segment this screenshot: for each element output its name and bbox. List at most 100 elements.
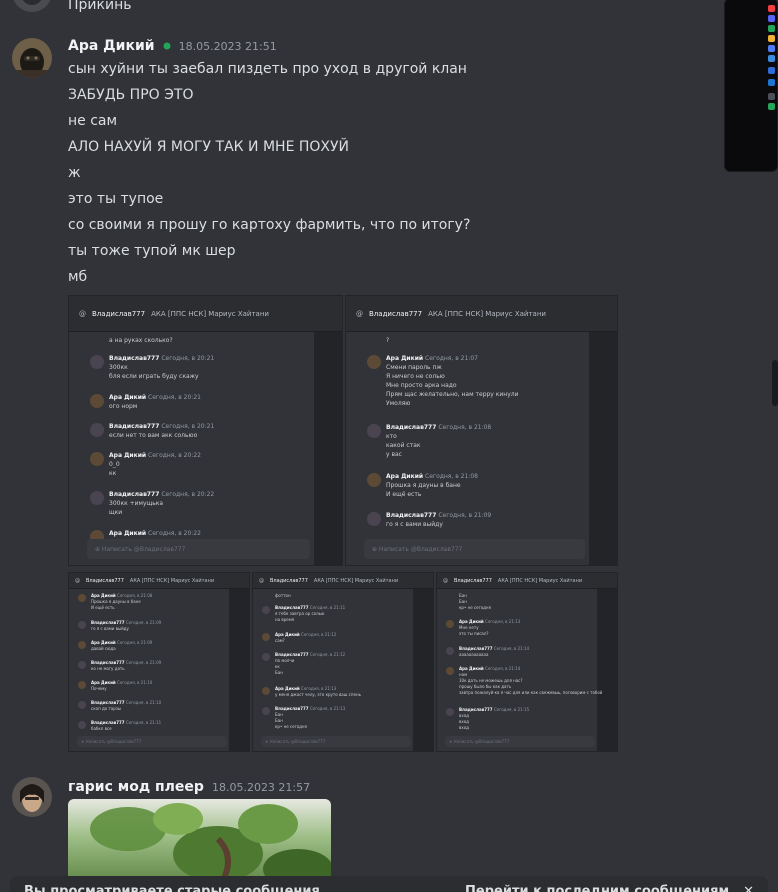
author-name[interactable]: гарис мод плеер [68, 779, 204, 795]
message-text: Прям щас желательно, нам терру кинули [386, 391, 519, 398]
old-messages-bar[interactable]: Вы просматриваете старые сообщения Перей… [10, 876, 768, 892]
avatar[interactable] [12, 0, 52, 12]
author-name[interactable]: Ара Дикий [68, 38, 155, 54]
input-placeholder: ⊕ Написать @Владислав777 [449, 739, 510, 744]
author-name: Ара Дикий [109, 394, 147, 401]
message-text: ЗАБУДЬ ПРО ЭТО [68, 87, 194, 103]
message-text: со своими я прошу го картоху фармить, чт… [68, 217, 471, 233]
message-timestamp: Сегодня, в 21:09 [125, 620, 162, 625]
message-text: сам? [275, 638, 285, 643]
message-timestamp: Сегодня, в 21:08 [438, 424, 492, 431]
message-timestamp: Сегодня, в 20:22 [148, 530, 201, 537]
author-name: Владислав777 [109, 491, 160, 498]
message-timestamp: 18.05.2023 21:57 [211, 781, 311, 794]
channel-name: Владислав777 [92, 309, 146, 318]
message-text: щки [109, 509, 123, 516]
member-panel [413, 589, 433, 751]
avatar [90, 355, 104, 369]
online-status-icon [163, 42, 171, 50]
badge-icon [768, 5, 775, 12]
channel-header: @ Владислав777 АКА [ППС НСК] Мариус Хайтан… [253, 573, 433, 589]
message-text: если нет то вам акк сольюо [109, 432, 198, 439]
input-placeholder: ⊕ Написать @Владислав777 [372, 545, 463, 553]
author-name: Владислав777 [275, 605, 309, 610]
message-timestamp: Сегодня, в 20:21 [161, 355, 215, 362]
avatar [90, 423, 104, 437]
author-name: Владислав777 [109, 423, 160, 430]
avatar [446, 667, 454, 675]
message-entry: Владислав777 Сегодня, в 21:08 кто какой ст… [386, 423, 491, 459]
avatar [78, 701, 86, 709]
message-text: вход [459, 725, 469, 730]
message-text: Почему [91, 686, 107, 691]
author-name: Владислав777 [459, 707, 493, 712]
avatar[interactable] [12, 777, 52, 817]
author-name: Ара Дикий [109, 530, 147, 537]
author-name: Ара Дикий [386, 473, 424, 480]
avatar [78, 721, 86, 729]
member-panel [314, 332, 342, 565]
message-text: кр• не сегодня [459, 605, 491, 610]
message-timestamp: Сегодня, в 21:09 [125, 660, 162, 665]
message-entry: Ара Дикий Сегодня, в 21:10 Почему [91, 680, 152, 692]
message-timestamp: Сегодня, в 21:13 [309, 706, 346, 711]
message-text: какой стак [386, 442, 421, 449]
message-text: давай сюда [91, 646, 116, 651]
channel-name: Владислав777 [454, 577, 492, 584]
message-entry: Ара Дикий Сегодня, в 21:08 Прошка я дауны… [91, 593, 152, 611]
message-timestamp: Сегодня, в 21:08 [425, 473, 478, 480]
message-entry: Владислав777 Сегодня, в 21:10 скоп до тар… [91, 700, 161, 712]
avatar [446, 647, 454, 655]
message-text: 0_0 [109, 461, 120, 468]
image-attachment[interactable]: @ Владислав777 АКА [ППС НСК] Мариус Хайтан… [345, 295, 618, 566]
author-name: Владислав777 [275, 652, 309, 657]
message-header: гарис мод плеер 18.05.2023 21:57 [68, 779, 310, 795]
message-entry: Ара Дикий Сегодня, в 21:13 Мне нету это ты… [459, 619, 520, 637]
image-attachment[interactable]: @ Владислав777 АКА [ППС НСК] Мариус Хайтан… [252, 572, 434, 752]
image-attachment[interactable]: @ Владислав777 АКА [ППС НСК] Мариус Хайтан… [68, 572, 250, 752]
message-text: не сам [68, 113, 118, 129]
jump-to-present-button[interactable]: Перейти к последним сообщениям [465, 884, 729, 892]
at-icon: @ [259, 577, 264, 584]
author-name: Ара Дикий [91, 680, 116, 685]
app-icon [768, 45, 775, 52]
message-input: ⊕ Написать @Владислав777 [364, 539, 585, 559]
message-text: Умоляю [386, 400, 411, 407]
message-text: Прошка я дауны в бане [386, 482, 461, 489]
image-attachment[interactable]: @ Владислав777 АКА [ППС НСК] Мариус Хайтан… [68, 295, 343, 566]
message-input: ⊕ Написать @Владислав777 [87, 539, 310, 559]
message-timestamp: Сегодня, в 21:08 [117, 593, 153, 598]
message-entry: Владислав777 Сегодня, в 20:22 300кк +имущ… [109, 490, 214, 517]
message-entry: Владислав777 Сегодня, в 21:09 ко не могу … [91, 660, 161, 672]
avatar [90, 452, 104, 466]
message-text: кто [386, 433, 397, 440]
author-name: Ара Дикий [275, 686, 300, 691]
channel-header: @ Владислав777 АКА [ППС НСК] Мариус Хайтан… [437, 573, 617, 589]
author-name: Владислав777 [91, 620, 125, 625]
channel-tag: АКА [ППС НСК] Мариус Хайтани [313, 577, 399, 584]
message-text: Бан [275, 670, 283, 675]
message-entry: Ара Дикий Сегодня, в 21:14 нам 10к дать не… [459, 666, 602, 696]
message-text: Я ничего не солью [386, 373, 445, 380]
message-entry: Владислав777 Сегодня, в 21:13 Бан Бан кр• н… [275, 706, 345, 730]
avatar[interactable] [12, 38, 52, 78]
message-text: 300кк [109, 364, 128, 371]
message-text: скоп до тарзы [91, 706, 122, 711]
at-icon: @ [75, 577, 80, 584]
at-icon: @ [356, 309, 363, 318]
message-text: у меня джаст челу, это круто ваш спень [275, 692, 361, 697]
message-timestamp: Сегодня, в 21:07 [425, 355, 478, 362]
avatar [78, 594, 86, 602]
side-panel-preview [724, 0, 778, 172]
message-text: 300кк +имущька [109, 500, 164, 507]
member-panel [229, 589, 249, 751]
image-attachment[interactable]: @ Владислав777 АКА [ППС НСК] Мариус Хайтан… [436, 572, 618, 752]
author-name: Владислав777 [91, 720, 125, 725]
close-icon[interactable]: ✕ [743, 884, 754, 892]
message-text: го я с вами выйду [386, 521, 443, 528]
message-entry: Ара Дикий Сегодня, в 20:21 ого норм [109, 393, 201, 411]
scrollbar-thumb[interactable] [772, 360, 778, 406]
avatar [367, 473, 381, 487]
message-text: И ещё есть [91, 605, 115, 610]
message-text: сын хуйни ты заебал пиздеть про уход в д… [68, 61, 467, 77]
